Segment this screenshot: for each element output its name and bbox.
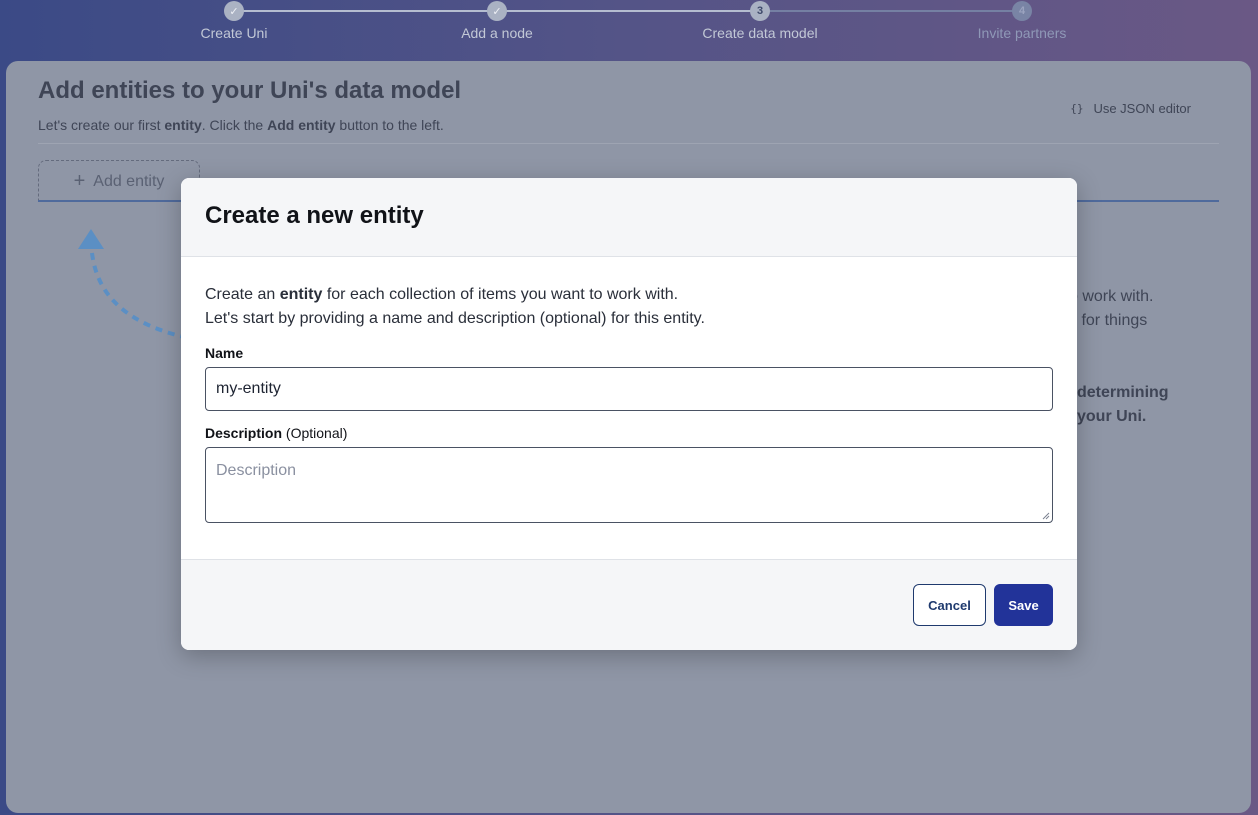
help-line: your Uni. — [1077, 408, 1147, 425]
description-placeholder: Description — [216, 462, 297, 479]
subtitle-text: . Click the — [201, 117, 268, 133]
check-icon: ✓ — [224, 1, 244, 21]
subtitle-entity: entity — [164, 117, 202, 133]
page-title: Add entities to your Uni's data model — [38, 77, 462, 104]
check-icon: ✓ — [487, 1, 507, 21]
description-label-text: Description — [205, 425, 283, 441]
resize-grip-icon[interactable] — [1042, 512, 1050, 520]
name-value: my-entity — [216, 380, 281, 397]
create-entity-dialog: Create a new entity Create an entity for… — [181, 178, 1077, 650]
step-invite-partners: 4 Invite partners — [922, 0, 1122, 41]
header-divider — [38, 143, 1219, 144]
braces-icon: {} — [1070, 102, 1084, 115]
dialog-body: Create an entity for each collection of … — [181, 257, 1077, 523]
subtitle-add-entity: Add entity — [267, 117, 336, 133]
intro-text: for each collection of items you want to… — [322, 286, 679, 303]
subtitle-text: button to the left. — [335, 117, 444, 133]
step-label: Invite partners — [977, 25, 1067, 41]
cancel-button[interactable]: Cancel — [913, 584, 986, 626]
progress-stepper: ✓ Create Uni ✓ Add a node 3 Create data … — [0, 0, 1258, 60]
step-create-uni: ✓ Create Uni — [134, 0, 334, 41]
json-editor-label: Use JSON editor — [1093, 101, 1191, 116]
save-button[interactable]: Save — [994, 584, 1053, 626]
intro-line-2: Let's start by providing a name and desc… — [205, 310, 705, 327]
description-textarea[interactable]: Description — [205, 447, 1053, 523]
help-line: determining — [1077, 384, 1169, 401]
dialog-header: Create a new entity — [181, 178, 1077, 257]
intro-text: Create an — [205, 286, 280, 303]
background-help-text: o work with. s for things — [1069, 285, 1153, 333]
name-label: Name — [205, 345, 244, 361]
intro-line-1: Create an entity for each collection of … — [205, 283, 1053, 307]
add-entity-label: Add entity — [93, 172, 165, 190]
step-label: Create Uni — [200, 25, 268, 41]
add-entity-button[interactable]: + Add entity — [38, 160, 200, 202]
intro-entity: entity — [279, 286, 323, 303]
dialog-footer: Cancel Save — [181, 559, 1077, 650]
background-help-emphasis: determining your Uni. — [1077, 381, 1169, 429]
optional-text: (Optional) — [282, 425, 348, 441]
step-label: Create data model — [702, 25, 818, 41]
plus-icon: + — [73, 170, 86, 192]
step-add-node: ✓ Add a node — [397, 0, 597, 41]
subtitle-text: Let's create our first — [38, 117, 165, 133]
help-line: o work with. — [1069, 288, 1154, 305]
step-number: 3 — [750, 1, 770, 21]
step-label: Add a node — [461, 25, 533, 41]
step-number: 4 — [1012, 1, 1032, 21]
page-subtitle: Let's create our first entity. Click the… — [38, 117, 444, 133]
dialog-intro: Create an entity for each collection of … — [205, 283, 1053, 331]
json-editor-link[interactable]: {} Use JSON editor — [1070, 101, 1191, 116]
help-line: s for things — [1069, 312, 1148, 329]
description-label: Description (Optional) — [205, 425, 1053, 441]
name-input[interactable]: my-entity — [205, 367, 1053, 411]
pointer-arrow-icon — [78, 229, 185, 339]
step-create-data-model: 3 Create data model — [660, 0, 860, 41]
dialog-title: Create a new entity — [205, 202, 424, 229]
